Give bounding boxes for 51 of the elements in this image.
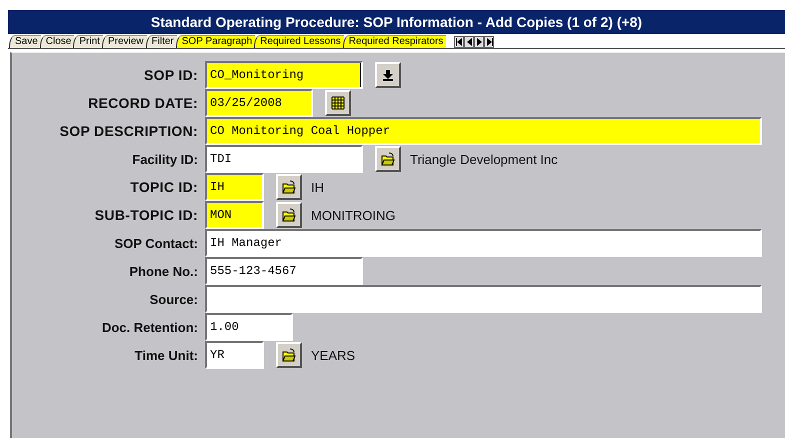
field-label: SOP Contact: — [113, 236, 198, 250]
folder-icon — [282, 208, 296, 222]
folder-icon — [282, 180, 296, 194]
field-label: Phone No.: — [128, 264, 198, 278]
field-label: Facility ID: — [131, 152, 198, 166]
field-description: Triangle Development Inc — [410, 152, 558, 166]
field-label: SOP DESCRIPTION: — [58, 123, 198, 139]
lookup-button[interactable] — [276, 174, 302, 200]
toolbar-tab[interactable]: Close — [40, 35, 74, 48]
input-field[interactable]: 555-123-4567 — [205, 257, 363, 285]
input-field[interactable]: IH Manager — [205, 229, 762, 257]
input-field[interactable] — [205, 285, 762, 313]
next-record-button[interactable] — [474, 36, 484, 48]
field-label: Doc. Retention: — [100, 320, 198, 334]
input-field[interactable]: YR — [205, 341, 264, 369]
folder-icon — [381, 152, 395, 166]
field-label: SUB-TOPIC ID: — [94, 207, 198, 223]
dropdown-button[interactable] — [375, 62, 401, 88]
window-title: Standard Operating Procedure: SOP Information - Add Copies (1 of 2) (+8) — [8, 10, 785, 34]
field-description: MONITROING — [311, 208, 396, 222]
input-field[interactable]: 1.00 — [205, 313, 293, 341]
input-field[interactable]: CO Monitoring Coal Hopper — [205, 117, 762, 145]
lookup-button[interactable] — [375, 146, 401, 172]
input-field[interactable]: CO_Monitoring — [205, 61, 363, 89]
calendar-grid-icon — [331, 96, 345, 110]
field-label: RECORD DATE: — [87, 95, 198, 111]
toolbar-tab[interactable]: Required Lessons — [254, 35, 344, 48]
toolbar-tab[interactable]: Required Respirators — [342, 35, 446, 48]
field-label: Source: — [148, 292, 198, 306]
field-description: IH — [311, 180, 324, 194]
toolbar-tab[interactable]: Print — [73, 35, 103, 48]
last-record-button[interactable] — [484, 36, 494, 48]
toolbar-tab[interactable]: Filter — [146, 35, 177, 48]
prev-record-button[interactable] — [464, 36, 474, 48]
first-record-button[interactable] — [454, 36, 464, 48]
toolbar-tab[interactable]: Save — [9, 35, 41, 48]
input-field[interactable]: TDI — [205, 145, 363, 173]
field-label: Time Unit: — [134, 348, 198, 362]
lookup-button[interactable] — [276, 202, 302, 228]
folder-icon — [282, 348, 296, 362]
download-arrow-icon — [382, 69, 394, 81]
input-field[interactable]: MON — [205, 201, 264, 229]
input-field[interactable]: 03/25/2008 — [205, 89, 313, 117]
calendar-button[interactable] — [325, 90, 351, 116]
lookup-button[interactable] — [276, 342, 302, 368]
toolbar-tab[interactable]: Preview — [102, 35, 147, 48]
field-label: SOP ID: — [143, 67, 198, 83]
field-description: YEARS — [311, 348, 356, 362]
input-field[interactable]: IH — [205, 173, 264, 201]
field-label: TOPIC ID: — [129, 179, 198, 195]
toolbar-tab[interactable]: SOP Paragraph — [176, 35, 256, 48]
